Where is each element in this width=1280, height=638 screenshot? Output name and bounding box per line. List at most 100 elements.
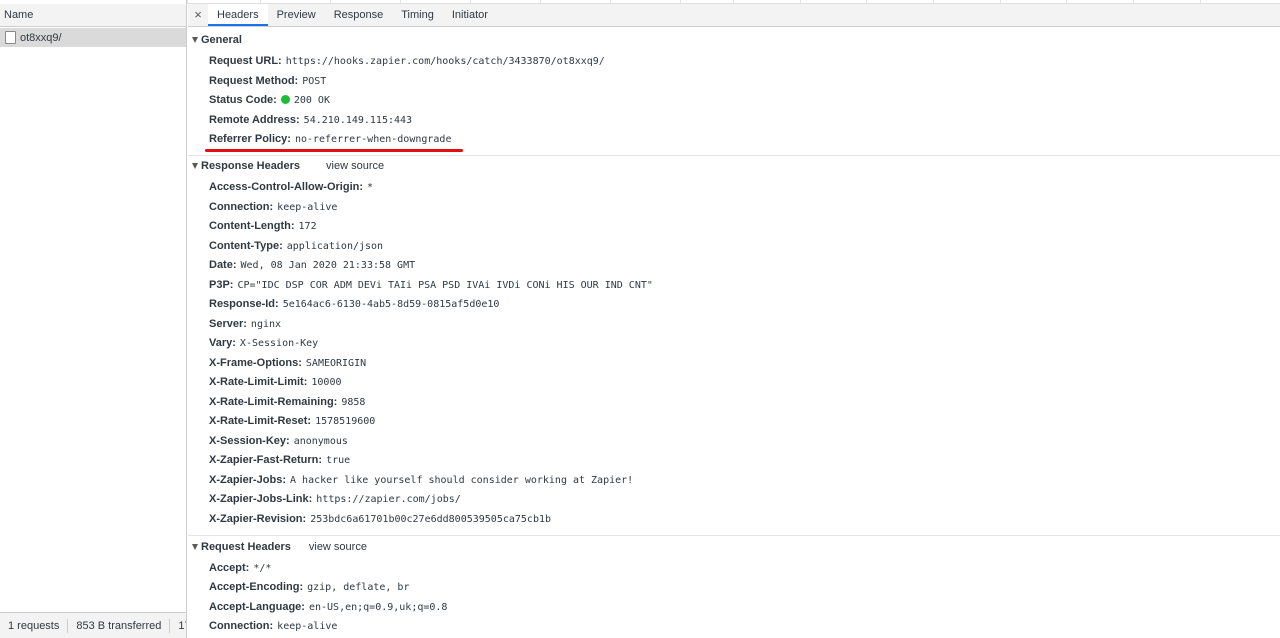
- header-value: en-US,en;q=0.9,uk;q=0.8: [308, 602, 448, 613]
- status-ok-icon: [280, 95, 290, 104]
- headers-content: General Request URL: https://hooks.zapier…: [188, 28, 1280, 638]
- request-header-row: Connection: keep-alive: [209, 620, 337, 632]
- response-headers-toggle[interactable]: Response Headers view source: [192, 160, 384, 172]
- header-key: Request URL:: [209, 55, 282, 67]
- header-value: https://hooks.zapier.com/hooks/catch/343…: [285, 56, 605, 67]
- header-value: 200 OK: [293, 95, 330, 106]
- general-row: Remote Address: 54.210.149.115:443: [209, 114, 412, 126]
- response-header-row: X-Session-Key: anonymous: [209, 435, 348, 447]
- tab-headers[interactable]: Headers: [208, 4, 268, 26]
- header-key: X-Zapier-Jobs-Link:: [209, 493, 313, 505]
- response-header-row: Response-Id: 5e164ac6-6130-4ab5-8d59-0815…: [209, 298, 499, 310]
- request-headers-toggle[interactable]: Request Headers view source: [192, 541, 367, 553]
- request-row[interactable]: ot8xxq9/: [0, 28, 186, 47]
- request-details-pane: × Headers Preview Response Timing Initia…: [188, 0, 1280, 638]
- tab-preview[interactable]: Preview: [268, 4, 325, 26]
- header-value: 10000: [311, 377, 342, 388]
- header-key: Date:: [209, 259, 237, 271]
- header-key: Request Method:: [209, 75, 299, 87]
- general-row: Status Code: 200 OK: [209, 94, 330, 106]
- header-value: 54.210.149.115:443: [303, 115, 413, 126]
- header-key: X-Rate-Limit-Limit:: [209, 376, 308, 388]
- name-column-header[interactable]: Name: [0, 4, 186, 27]
- header-key: X-Session-Key:: [209, 435, 290, 447]
- general-row: Request Method: POST: [209, 75, 326, 87]
- header-key: Content-Type:: [209, 240, 283, 252]
- response-header-row: Date: Wed, 08 Jan 2020 21:33:58 GMT: [209, 259, 415, 271]
- header-value: */*: [253, 563, 272, 574]
- header-value: 1578519600: [315, 416, 376, 427]
- header-value: CP="IDC DSP COR ADM DEVi TAIi PSA PSD IV…: [237, 280, 653, 291]
- header-key: Status Code:: [209, 94, 277, 106]
- response-header-row: Connection: keep-alive: [209, 201, 337, 213]
- header-value: https://zapier.com/jobs/: [316, 494, 461, 505]
- header-key: X-Zapier-Jobs:: [209, 474, 287, 486]
- response-header-row: X-Rate-Limit-Limit: 10000: [209, 376, 342, 388]
- section-divider: [188, 535, 1280, 536]
- view-source-link[interactable]: view source: [326, 160, 384, 172]
- header-key: X-Zapier-Revision:: [209, 513, 307, 525]
- header-key: X-Rate-Limit-Remaining:: [209, 396, 338, 408]
- summary-status-bar: 1 requests 853 B transferred 17: [0, 612, 186, 638]
- header-value: keep-alive: [277, 621, 338, 632]
- general-section-toggle[interactable]: General: [192, 34, 242, 46]
- header-key: Connection:: [209, 201, 274, 213]
- response-header-row: X-Zapier-Jobs-Link: https://zapier.com/jo…: [209, 493, 461, 505]
- response-header-row: Content-Type: application/json: [209, 240, 383, 252]
- header-value: true: [326, 455, 351, 466]
- header-value: X-Session-Key: [239, 338, 319, 349]
- response-header-row: X-Zapier-Revision: 253bdc6a61701b00c27e6d…: [209, 513, 551, 525]
- general-row: Request URL: https://hooks.zapier.com/hoo…: [209, 55, 605, 67]
- response-header-row: P3P: CP="IDC DSP COR ADM DEVi TAIi PSA PS…: [209, 279, 653, 291]
- request-header-row: Accept-Language: en-US,en;q=0.9,uk;q=0.8: [209, 601, 447, 613]
- header-key: Content-Length:: [209, 220, 295, 232]
- response-headers-title: Response Headers: [201, 160, 301, 172]
- header-key: Vary:: [209, 337, 236, 349]
- header-key: Server:: [209, 318, 247, 330]
- header-value: A hacker like yourself should consider w…: [290, 475, 634, 486]
- document-icon: [5, 31, 16, 44]
- header-key: Remote Address:: [209, 114, 300, 126]
- header-value: keep-alive: [277, 202, 338, 213]
- header-value: 172: [298, 221, 317, 232]
- header-value: gzip, deflate, br: [307, 582, 410, 593]
- header-key: X-Rate-Limit-Reset:: [209, 415, 312, 427]
- response-header-row: X-Zapier-Fast-Return: true: [209, 454, 350, 466]
- tab-timing[interactable]: Timing: [392, 4, 443, 26]
- highlight-underline: [205, 149, 463, 152]
- header-value: SAMEORIGIN: [305, 358, 367, 369]
- header-value: no-referrer-when-downgrade: [294, 134, 452, 145]
- header-value: nginx: [250, 319, 282, 330]
- triangle-down-icon: [192, 544, 198, 550]
- triangle-down-icon: [192, 37, 198, 43]
- section-divider: [188, 155, 1280, 156]
- tab-initiator[interactable]: Initiator: [443, 4, 497, 26]
- request-header-row: Accept-Encoding: gzip, deflate, br: [209, 581, 409, 593]
- view-source-link[interactable]: view source: [309, 541, 367, 553]
- general-row: Referrer Policy: no-referrer-when-downgra…: [209, 133, 451, 145]
- response-header-row: Access-Control-Allow-Origin: *: [209, 181, 373, 193]
- header-key: P3P:: [209, 279, 234, 291]
- header-key: Connection:: [209, 620, 274, 632]
- header-key: Access-Control-Allow-Origin:: [209, 181, 364, 193]
- header-key: Accept-Language:: [209, 601, 305, 613]
- response-header-row: Vary: X-Session-Key: [209, 337, 318, 349]
- header-value: 9858: [341, 397, 366, 408]
- request-list-pane: Name ot8xxq9/ 1 requests 853 B transferr…: [0, 0, 187, 638]
- header-value: Wed, 08 Jan 2020 21:33:58 GMT: [240, 260, 416, 271]
- response-header-row: X-Zapier-Jobs: A hacker like yourself sho…: [209, 474, 633, 486]
- general-title: General: [201, 34, 242, 46]
- transferred-size: 853 B transferred: [68, 618, 171, 633]
- response-header-row: Server: nginx: [209, 318, 281, 330]
- header-value: 5e164ac6-6130-4ab5-8d59-0815af5d0e10: [282, 299, 500, 310]
- header-value: 253bdc6a61701b00c27e6dd800539505ca75cb1b: [310, 514, 552, 525]
- response-header-row: X-Rate-Limit-Remaining: 9858: [209, 396, 365, 408]
- tab-response[interactable]: Response: [325, 4, 393, 26]
- header-value: *: [367, 182, 374, 193]
- header-key: X-Zapier-Fast-Return:: [209, 454, 323, 466]
- request-count: 1 requests: [0, 618, 69, 633]
- status-truncated: 17: [178, 619, 186, 632]
- header-key: Accept-Encoding:: [209, 581, 304, 593]
- header-value: application/json: [286, 241, 384, 252]
- close-icon[interactable]: ×: [188, 4, 208, 26]
